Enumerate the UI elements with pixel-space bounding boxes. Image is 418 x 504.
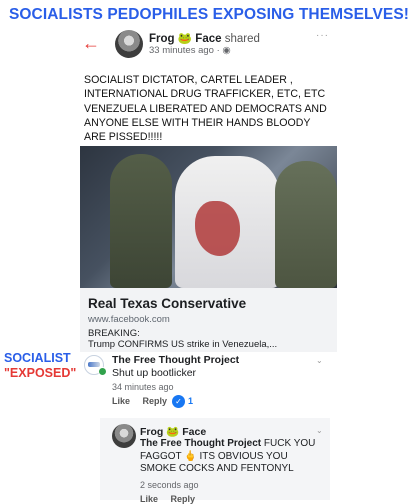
back-arrow-icon[interactable]: ← bbox=[82, 34, 100, 52]
like-count[interactable]: 1 bbox=[188, 396, 193, 406]
reply-button[interactable]: Reply bbox=[171, 494, 196, 504]
comment-actions: Like Reply bbox=[112, 396, 177, 406]
comment-timestamp: 34 minutes ago bbox=[112, 382, 174, 392]
link-domain: www.facebook.com bbox=[88, 314, 170, 325]
reply-text: The Free Thought Project FUCK YOU FAGGOT… bbox=[140, 438, 316, 476]
reply-button[interactable]: Reply bbox=[143, 396, 168, 406]
chevron-down-icon[interactable]: ⌄ bbox=[316, 356, 323, 365]
reply-mention[interactable]: The Free Thought Project bbox=[140, 438, 261, 449]
frog-icon: 🐸 bbox=[166, 426, 180, 438]
post-image[interactable] bbox=[80, 146, 337, 288]
globe-icon: ◉ bbox=[222, 45, 231, 56]
link-description: Trump CONFIRMS US strike in Venezuela,..… bbox=[88, 339, 278, 350]
post-author-name-suffix[interactable]: Face bbox=[195, 33, 221, 45]
like-button[interactable]: Like bbox=[112, 396, 130, 406]
page-logo-icon bbox=[88, 362, 100, 367]
post-timestamp: 33 minutes ago · ◉ bbox=[149, 45, 231, 56]
reply-author-name-suffix[interactable]: Face bbox=[182, 426, 206, 438]
comment-author-name[interactable]: The Free Thought Project bbox=[112, 354, 239, 366]
annotation-label: SOCIALIST bbox=[4, 351, 71, 365]
link-title: Real Texas Conservative bbox=[88, 296, 247, 311]
post-action: shared bbox=[224, 33, 260, 45]
banner-title: SOCIALISTS PEDOPHILES EXPOSING THEMSELVE… bbox=[8, 6, 410, 23]
post-text: SOCIALIST DICTATOR, CARTEL LEADER , INTE… bbox=[84, 74, 327, 144]
post-author-name[interactable]: Frog bbox=[149, 33, 175, 45]
chevron-down-icon[interactable]: ⌄ bbox=[316, 426, 323, 435]
reply-author-name[interactable]: Frog bbox=[140, 426, 163, 438]
like-button[interactable]: Like bbox=[140, 494, 158, 504]
link-description: BREAKING: bbox=[88, 328, 140, 339]
reply-author-line: Frog 🐸 Face bbox=[140, 425, 206, 438]
comment-text: Shut up bootlicker bbox=[112, 367, 197, 379]
reply-author-avatar[interactable] bbox=[112, 424, 136, 448]
thumbs-up-icon: ✓ bbox=[172, 395, 185, 408]
post-time-text: 33 minutes ago · bbox=[149, 45, 220, 56]
reply-actions: Like Reply bbox=[140, 494, 205, 504]
post-author-line: Frog 🐸 Face shared bbox=[149, 31, 260, 45]
annotation-label: "EXPOSED" bbox=[4, 366, 77, 380]
link-preview-card[interactable]: Real Texas Conservative www.facebook.com… bbox=[80, 288, 337, 352]
frog-icon: 🐸 bbox=[177, 33, 193, 45]
online-status-icon bbox=[98, 367, 107, 376]
image-figure bbox=[275, 161, 337, 288]
reply-timestamp: 2 seconds ago bbox=[140, 480, 199, 490]
image-figure bbox=[110, 154, 172, 288]
post-author-avatar[interactable] bbox=[115, 30, 143, 58]
more-options-icon[interactable]: ··· bbox=[316, 30, 329, 41]
